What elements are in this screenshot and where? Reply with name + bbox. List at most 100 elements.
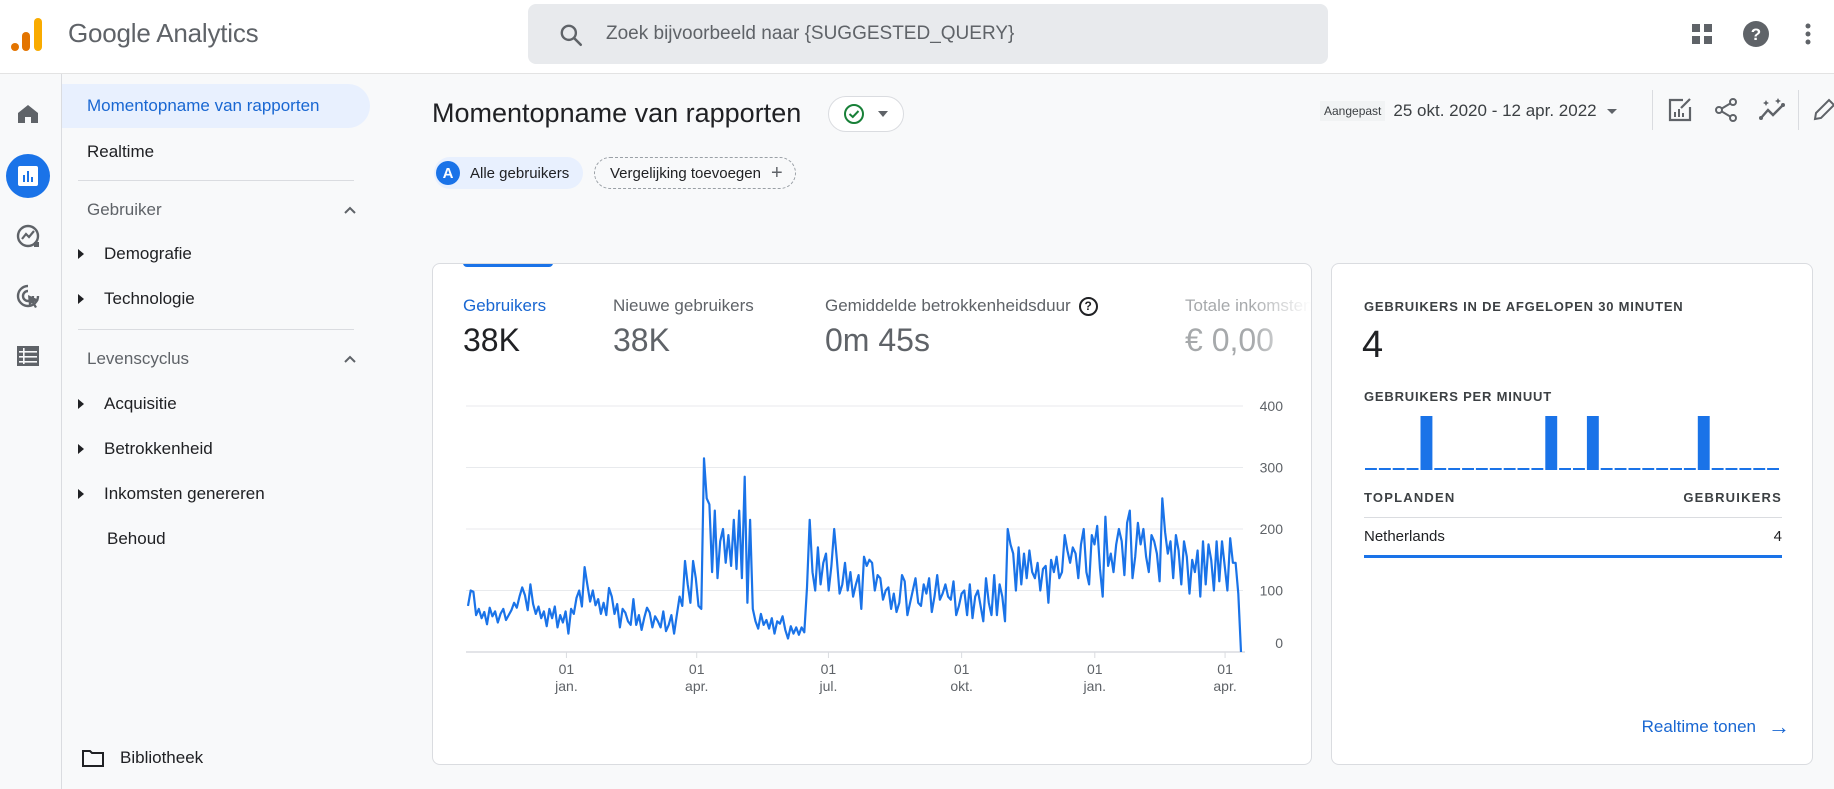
add-comparison-label: Vergelijking toevoegen	[610, 164, 761, 182]
nav-item-label: Realtime	[87, 142, 155, 161]
google-analytics-logo[interactable]	[8, 14, 48, 54]
date-range-text: 25 okt. 2020 - 12 apr. 2022	[1393, 101, 1597, 120]
nav-item-realtime[interactable]: Realtime	[62, 130, 154, 174]
rail-reports[interactable]	[6, 154, 50, 198]
search-input[interactable]	[606, 14, 1306, 54]
nav-section-label: Levenscyclus	[87, 349, 190, 368]
nav-item-betrokkenheid[interactable]: Betrokkenheid	[62, 427, 213, 471]
per-minute-bar-chart	[1365, 416, 1779, 470]
check-circle-icon	[844, 104, 864, 124]
minute-bar[interactable]	[1475, 468, 1488, 470]
search-bar[interactable]	[528, 4, 1328, 64]
overview-chart-card: Gebruikers 38K Nieuwe gebruikers 38K Gem…	[432, 263, 1312, 765]
minute-bar[interactable]	[1517, 468, 1530, 470]
nav-item-demografie[interactable]: Demografie	[62, 232, 192, 276]
add-comparison-button[interactable]: Vergelijking toevoegen +	[594, 157, 796, 189]
minute-bar[interactable]	[1434, 468, 1447, 470]
minute-bar[interactable]	[1753, 468, 1766, 470]
arrow-right-icon: →	[1768, 714, 1790, 739]
insights-icon[interactable]	[1756, 94, 1788, 126]
date-range[interactable]: 25 okt. 2020 - 12 apr. 2022	[1393, 101, 1617, 121]
y-tick-label: 300	[1260, 460, 1284, 476]
minute-bar[interactable]	[1683, 468, 1696, 470]
rail-advertising[interactable]	[6, 274, 50, 318]
minute-bar[interactable]	[1378, 468, 1391, 470]
series-line-gebruikers[interactable]	[466, 457, 1243, 653]
bar-chart-icon	[18, 166, 38, 186]
x-tick-label: apr.	[1213, 678, 1236, 694]
customize-report-icon[interactable]	[1664, 94, 1696, 126]
view-realtime-link[interactable]: Realtime tonen →	[1642, 714, 1790, 740]
minute-bar[interactable]	[1697, 416, 1710, 470]
minute-bar[interactable]	[1573, 468, 1585, 470]
caret-right-icon	[78, 294, 84, 304]
nav-item-snapshot[interactable]: Momentopname van rapporten	[62, 84, 370, 128]
minute-bar[interactable]	[1628, 468, 1641, 470]
app-title: Google Analytics	[68, 18, 259, 48]
nav-item-acquisitie[interactable]: Acquisitie	[62, 382, 177, 426]
date-range-picker[interactable]: Aangepast 25 okt. 2020 - 12 apr. 2022	[1320, 96, 1617, 126]
nav-item-inkomsten[interactable]: Inkomsten genereren	[62, 472, 265, 516]
minute-bar[interactable]	[1545, 416, 1558, 470]
realtime-users-value: 4	[1362, 324, 1384, 366]
minute-bar[interactable]	[1392, 468, 1405, 470]
list-icon	[17, 346, 39, 366]
nav-item-technologie[interactable]: Technologie	[62, 277, 195, 321]
minute-bar[interactable]	[1531, 468, 1544, 470]
dropdown-arrow-icon	[1606, 108, 1617, 114]
toolbar-divider	[1798, 90, 1799, 130]
rail-explore[interactable]	[6, 214, 50, 258]
caret-right-icon	[78, 489, 84, 499]
x-tick-label: jan.	[554, 678, 578, 694]
minute-bar[interactable]	[1614, 468, 1627, 470]
minute-bar[interactable]	[1725, 468, 1738, 470]
users-line-chart: 010020030040001jan.01apr.01jul.01okt.01j…	[466, 398, 1284, 694]
x-tick-label: 01	[954, 661, 970, 677]
minute-bar[interactable]	[1711, 468, 1724, 470]
report-status-dropdown[interactable]	[828, 96, 904, 132]
segment-badge: A	[436, 161, 460, 185]
minute-bar[interactable]	[1489, 468, 1502, 470]
more-vert-icon[interactable]	[1792, 18, 1824, 50]
share-icon[interactable]	[1710, 94, 1742, 126]
country-share-bar	[1364, 555, 1782, 558]
minute-bar[interactable]	[1503, 468, 1516, 470]
rail-home[interactable]	[6, 92, 50, 136]
nav-section-label: Gebruiker	[87, 200, 162, 219]
country-row[interactable]: Netherlands 4	[1364, 517, 1782, 555]
country-name: Netherlands	[1364, 528, 1445, 545]
y-tick-label: 0	[1275, 635, 1283, 651]
realtime-card: GEBRUIKERS IN DE AFGELOPEN 30 MINUTEN 4 …	[1331, 263, 1813, 765]
nav-item-behoud[interactable]: Behoud	[62, 517, 166, 561]
minute-bar[interactable]	[1462, 468, 1474, 470]
minute-bar[interactable]	[1448, 468, 1461, 470]
help-icon[interactable]: ?	[1740, 18, 1772, 50]
minute-bar[interactable]	[1559, 468, 1571, 470]
minute-bar[interactable]	[1656, 468, 1669, 470]
minute-bar[interactable]	[1420, 416, 1433, 470]
nav-item-label: Momentopname van rapporten	[87, 96, 320, 115]
nav-item-bibliotheek[interactable]: Bibliotheek	[82, 748, 203, 768]
x-tick-label: jul.	[818, 678, 837, 694]
minute-bar[interactable]	[1365, 468, 1377, 470]
nav-divider	[78, 180, 354, 181]
minute-bar[interactable]	[1406, 468, 1419, 470]
minute-bar[interactable]	[1767, 468, 1779, 470]
per-minute-heading: GEBRUIKERS PER MINUUT	[1364, 389, 1552, 404]
nav-section-gebruiker[interactable]: Gebruiker	[87, 190, 357, 230]
nav-item-label: Betrokkenheid	[104, 439, 213, 458]
nav-item-label: Acquisitie	[104, 394, 177, 413]
segment-chip-all-users[interactable]: A Alle gebruikers	[434, 157, 584, 189]
nav-section-levenscyclus[interactable]: Levenscyclus	[87, 339, 357, 379]
nav-item-label: Behoud	[107, 529, 166, 548]
minute-bar[interactable]	[1670, 468, 1682, 470]
reports-nav: Momentopname van rapporten Realtime Gebr…	[62, 74, 382, 789]
minute-bar[interactable]	[1586, 416, 1599, 470]
rail-configure[interactable]	[6, 334, 50, 378]
minute-bar[interactable]	[1600, 468, 1613, 470]
minute-bar[interactable]	[1642, 468, 1655, 470]
realtime-heading: GEBRUIKERS IN DE AFGELOPEN 30 MINUTEN	[1364, 299, 1684, 314]
apps-icon[interactable]	[1686, 18, 1718, 50]
minute-bar[interactable]	[1739, 468, 1752, 470]
edit-icon[interactable]	[1808, 94, 1834, 126]
